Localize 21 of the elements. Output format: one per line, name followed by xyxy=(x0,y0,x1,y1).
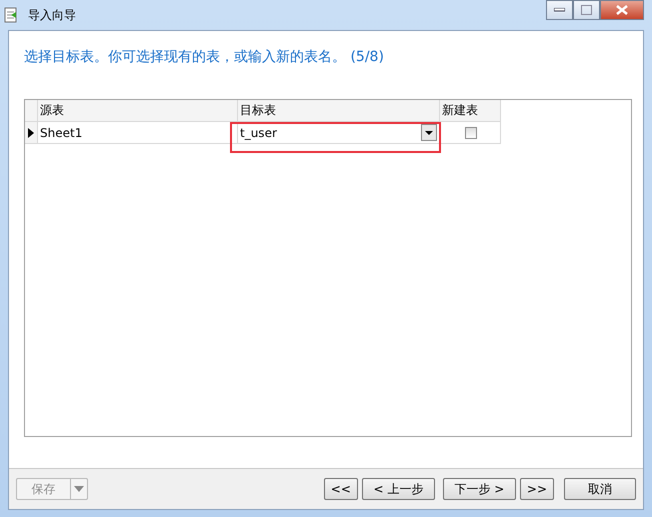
table-cell: Sheet1 xyxy=(38,122,238,144)
last-button[interactable]: >> xyxy=(520,478,554,500)
close-button[interactable] xyxy=(600,0,644,20)
minimize-icon xyxy=(554,8,565,12)
target-table-dropdown[interactable]: t_user xyxy=(238,122,440,144)
close-icon xyxy=(616,5,628,15)
caret-icon xyxy=(425,130,433,134)
maximize-icon xyxy=(581,5,592,15)
next-button[interactable]: 下一步 > xyxy=(442,478,516,500)
checkbox[interactable] xyxy=(465,126,477,138)
window-title: 导入向导 xyxy=(28,6,76,24)
minimize-button[interactable] xyxy=(546,0,573,20)
instruction-text: 选择目标表。你可选择现有的表，或输入新的表名。 (5/8) xyxy=(23,48,385,67)
column-header: 目标表 xyxy=(238,100,440,122)
back-button[interactable]: < 上一步 xyxy=(362,478,435,500)
first-button[interactable]: << xyxy=(324,478,358,500)
caret-icon xyxy=(74,486,84,492)
column-header: 源表 xyxy=(38,100,238,122)
maximize-button[interactable] xyxy=(573,0,600,20)
cancel-button[interactable]: 取消 xyxy=(564,478,636,500)
column-header: 新建表 xyxy=(440,100,501,122)
